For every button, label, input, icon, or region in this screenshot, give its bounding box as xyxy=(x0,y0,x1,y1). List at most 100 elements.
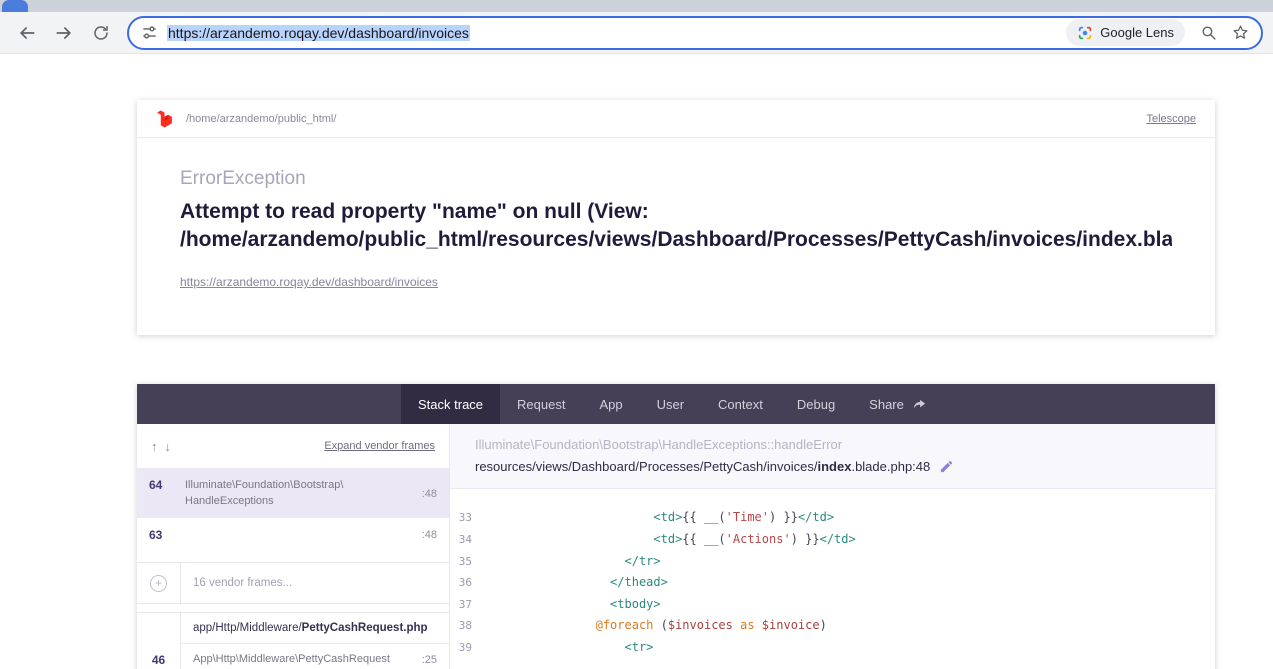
frame-line-number: :25 xyxy=(422,654,437,666)
tab-app[interactable]: App xyxy=(582,384,639,424)
code-line: 38 @foreach ($invoices as $invoice) xyxy=(450,615,1215,637)
line-number: 34 xyxy=(454,529,472,551)
exception-class: ErrorException xyxy=(180,168,1172,190)
vendor-gutter: + xyxy=(137,563,181,603)
exception-message-line2: /home/arzandemo/public_html/resources/vi… xyxy=(180,226,1172,254)
code-lines: 33 <td>{{ __('Time') }}</td>34 <td>{{ __… xyxy=(450,489,1215,658)
expand-vendor-frames-link[interactable]: Expand vendor frames xyxy=(324,440,435,452)
frame-number: 46 xyxy=(152,653,165,667)
code-file-suffix: .blade.php:48 xyxy=(851,459,930,474)
stack-frame-46[interactable]: 46 App\Http\Middleware\PettyCashRequest … xyxy=(137,644,449,669)
forward-arrow-icon xyxy=(54,23,74,43)
stack-frames-panel: ↑ ↓ Expand vendor frames 64 Illuminate\F… xyxy=(137,424,450,669)
browser-tab-strip xyxy=(0,0,1273,12)
frame-class: App\Http\Middleware\PettyCashRequest xyxy=(193,652,422,667)
code-header: Illuminate\Foundation\Bootstrap\HandleEx… xyxy=(450,424,1215,489)
error-card-body: ErrorException Attempt to read property … xyxy=(137,138,1215,335)
code-text: <td>{{ __('Time') }}</td> xyxy=(480,507,834,529)
edit-pencil-icon[interactable] xyxy=(939,459,954,474)
frame-file-group: app/Http/Middleware/PettyCashRequest.php… xyxy=(137,612,449,669)
frame-file-path: app/Http/Middleware/PettyCashRequest.php xyxy=(181,613,449,644)
url-value[interactable]: https://arzandemo.roqay.dev/dashboard/in… xyxy=(167,25,470,41)
code-text: <tbody> xyxy=(480,594,661,616)
reload-button[interactable] xyxy=(84,16,118,50)
expand-plus-icon[interactable]: + xyxy=(150,575,167,592)
trace-tab-bar: Stack trace Request App User Context Deb… xyxy=(137,384,1215,424)
code-text: </thead> xyxy=(480,572,668,594)
google-lens-label: Google Lens xyxy=(1100,25,1174,40)
code-text: <td>{{ __('Actions') }}</td> xyxy=(480,529,856,551)
code-line: 35 </tr> xyxy=(450,551,1215,573)
frame-up-icon[interactable]: ↑ xyxy=(151,439,158,454)
frame-class-line1: Illuminate\Foundation\Bootstrap\ xyxy=(185,479,343,491)
tab-share-label: Share xyxy=(869,397,904,412)
line-number: 33 xyxy=(454,507,472,529)
tab-debug[interactable]: Debug xyxy=(780,384,852,424)
vendor-frames-label: 16 vendor frames... xyxy=(181,577,292,589)
frame-file-path-dir: app/Http/Middleware/ xyxy=(193,622,302,634)
code-file-name: index xyxy=(817,459,851,474)
exception-message: Attempt to read property "name" on null … xyxy=(180,198,1172,253)
page: /home/arzandemo/public_html/ Telescope E… xyxy=(0,54,1273,669)
trace-body: ↑ ↓ Expand vendor frames 64 Illuminate\F… xyxy=(137,424,1215,669)
site-settings-icon[interactable] xyxy=(141,24,158,41)
reload-icon xyxy=(92,24,110,42)
code-line: 39 <tr> xyxy=(450,637,1215,659)
code-line: 37 <tbody> xyxy=(450,594,1215,616)
line-number: 39 xyxy=(454,637,472,659)
back-button[interactable] xyxy=(10,16,44,50)
laravel-logo-icon xyxy=(156,110,173,128)
error-card-header: /home/arzandemo/public_html/ Telescope xyxy=(137,100,1215,138)
frame-line-number: :48 xyxy=(422,488,437,500)
frame-class: Illuminate\Foundation\Bootstrap\ HandleE… xyxy=(185,478,422,509)
line-number: 37 xyxy=(454,594,472,616)
line-number: 36 xyxy=(454,572,472,594)
file-gutter xyxy=(137,613,181,644)
share-icon xyxy=(912,397,927,412)
back-arrow-icon xyxy=(17,23,37,43)
address-bar[interactable]: https://arzandemo.roqay.dev/dashboard/in… xyxy=(127,16,1263,50)
code-panel: Illuminate\Foundation\Bootstrap\HandleEx… xyxy=(450,424,1215,669)
line-number: 35 xyxy=(454,551,472,573)
code-line: 34 <td>{{ __('Actions') }}</td> xyxy=(450,529,1215,551)
frame-file-header: app/Http/Middleware/PettyCashRequest.php xyxy=(137,613,449,644)
frame-method: Illuminate\Foundation\Bootstrap\HandleEx… xyxy=(475,437,1190,452)
frame-file-path-name: PettyCashRequest.php xyxy=(302,622,428,634)
frame-line-number: :48 xyxy=(422,529,437,541)
project-path: /home/arzandemo/public_html/ xyxy=(186,113,336,125)
tab-request[interactable]: Request xyxy=(500,384,582,424)
frame-class xyxy=(185,528,422,542)
frame-gutter: 46 xyxy=(137,644,181,669)
frame-down-icon[interactable]: ↓ xyxy=(165,439,172,454)
tab-user[interactable]: User xyxy=(640,384,701,424)
stack-frame-64[interactable]: 64 Illuminate\Foundation\Bootstrap\ Hand… xyxy=(137,469,449,518)
bookmark-star-icon[interactable] xyxy=(1232,24,1249,41)
stack-trace-card: Stack trace Request App User Context Deb… xyxy=(137,384,1215,669)
forward-button[interactable] xyxy=(47,16,81,50)
tab-share[interactable]: Share xyxy=(852,384,944,424)
exception-message-line1: Attempt to read property "name" on null … xyxy=(180,198,1172,226)
zoom-icon[interactable] xyxy=(1200,24,1217,41)
tab-stack-trace[interactable]: Stack trace xyxy=(401,384,500,424)
frame-number: 64 xyxy=(149,478,185,509)
frame-number: 63 xyxy=(149,528,185,542)
code-text: <tr> xyxy=(480,637,653,659)
error-card: /home/arzandemo/public_html/ Telescope E… xyxy=(137,100,1215,335)
line-number: 38 xyxy=(454,615,472,637)
code-file-prefix: resources/views/Dashboard/Processes/Pett… xyxy=(475,459,817,474)
frame-class-line2: HandleExceptions xyxy=(185,495,274,507)
code-file-path: resources/views/Dashboard/Processes/Pett… xyxy=(475,459,1190,474)
code-line: 36 </thead> xyxy=(450,572,1215,594)
url-text[interactable]: https://arzandemo.roqay.dev/dashboard/in… xyxy=(167,25,1054,41)
stack-frame-63[interactable]: 63 :48 xyxy=(137,518,449,552)
google-lens-icon xyxy=(1077,25,1093,41)
request-url-link[interactable]: https://arzandemo.roqay.dev/dashboard/in… xyxy=(180,275,438,289)
code-line: 33 <td>{{ __('Time') }}</td> xyxy=(450,507,1215,529)
telescope-link[interactable]: Telescope xyxy=(1146,113,1196,125)
google-lens-button[interactable]: Google Lens xyxy=(1066,19,1185,46)
code-text: </tr> xyxy=(480,551,661,573)
browser-tab[interactable] xyxy=(2,0,28,12)
vendor-frames-toggle[interactable]: + 16 vendor frames... xyxy=(137,562,449,604)
code-text: @foreach ($invoices as $invoice) xyxy=(480,615,827,637)
tab-context[interactable]: Context xyxy=(701,384,780,424)
